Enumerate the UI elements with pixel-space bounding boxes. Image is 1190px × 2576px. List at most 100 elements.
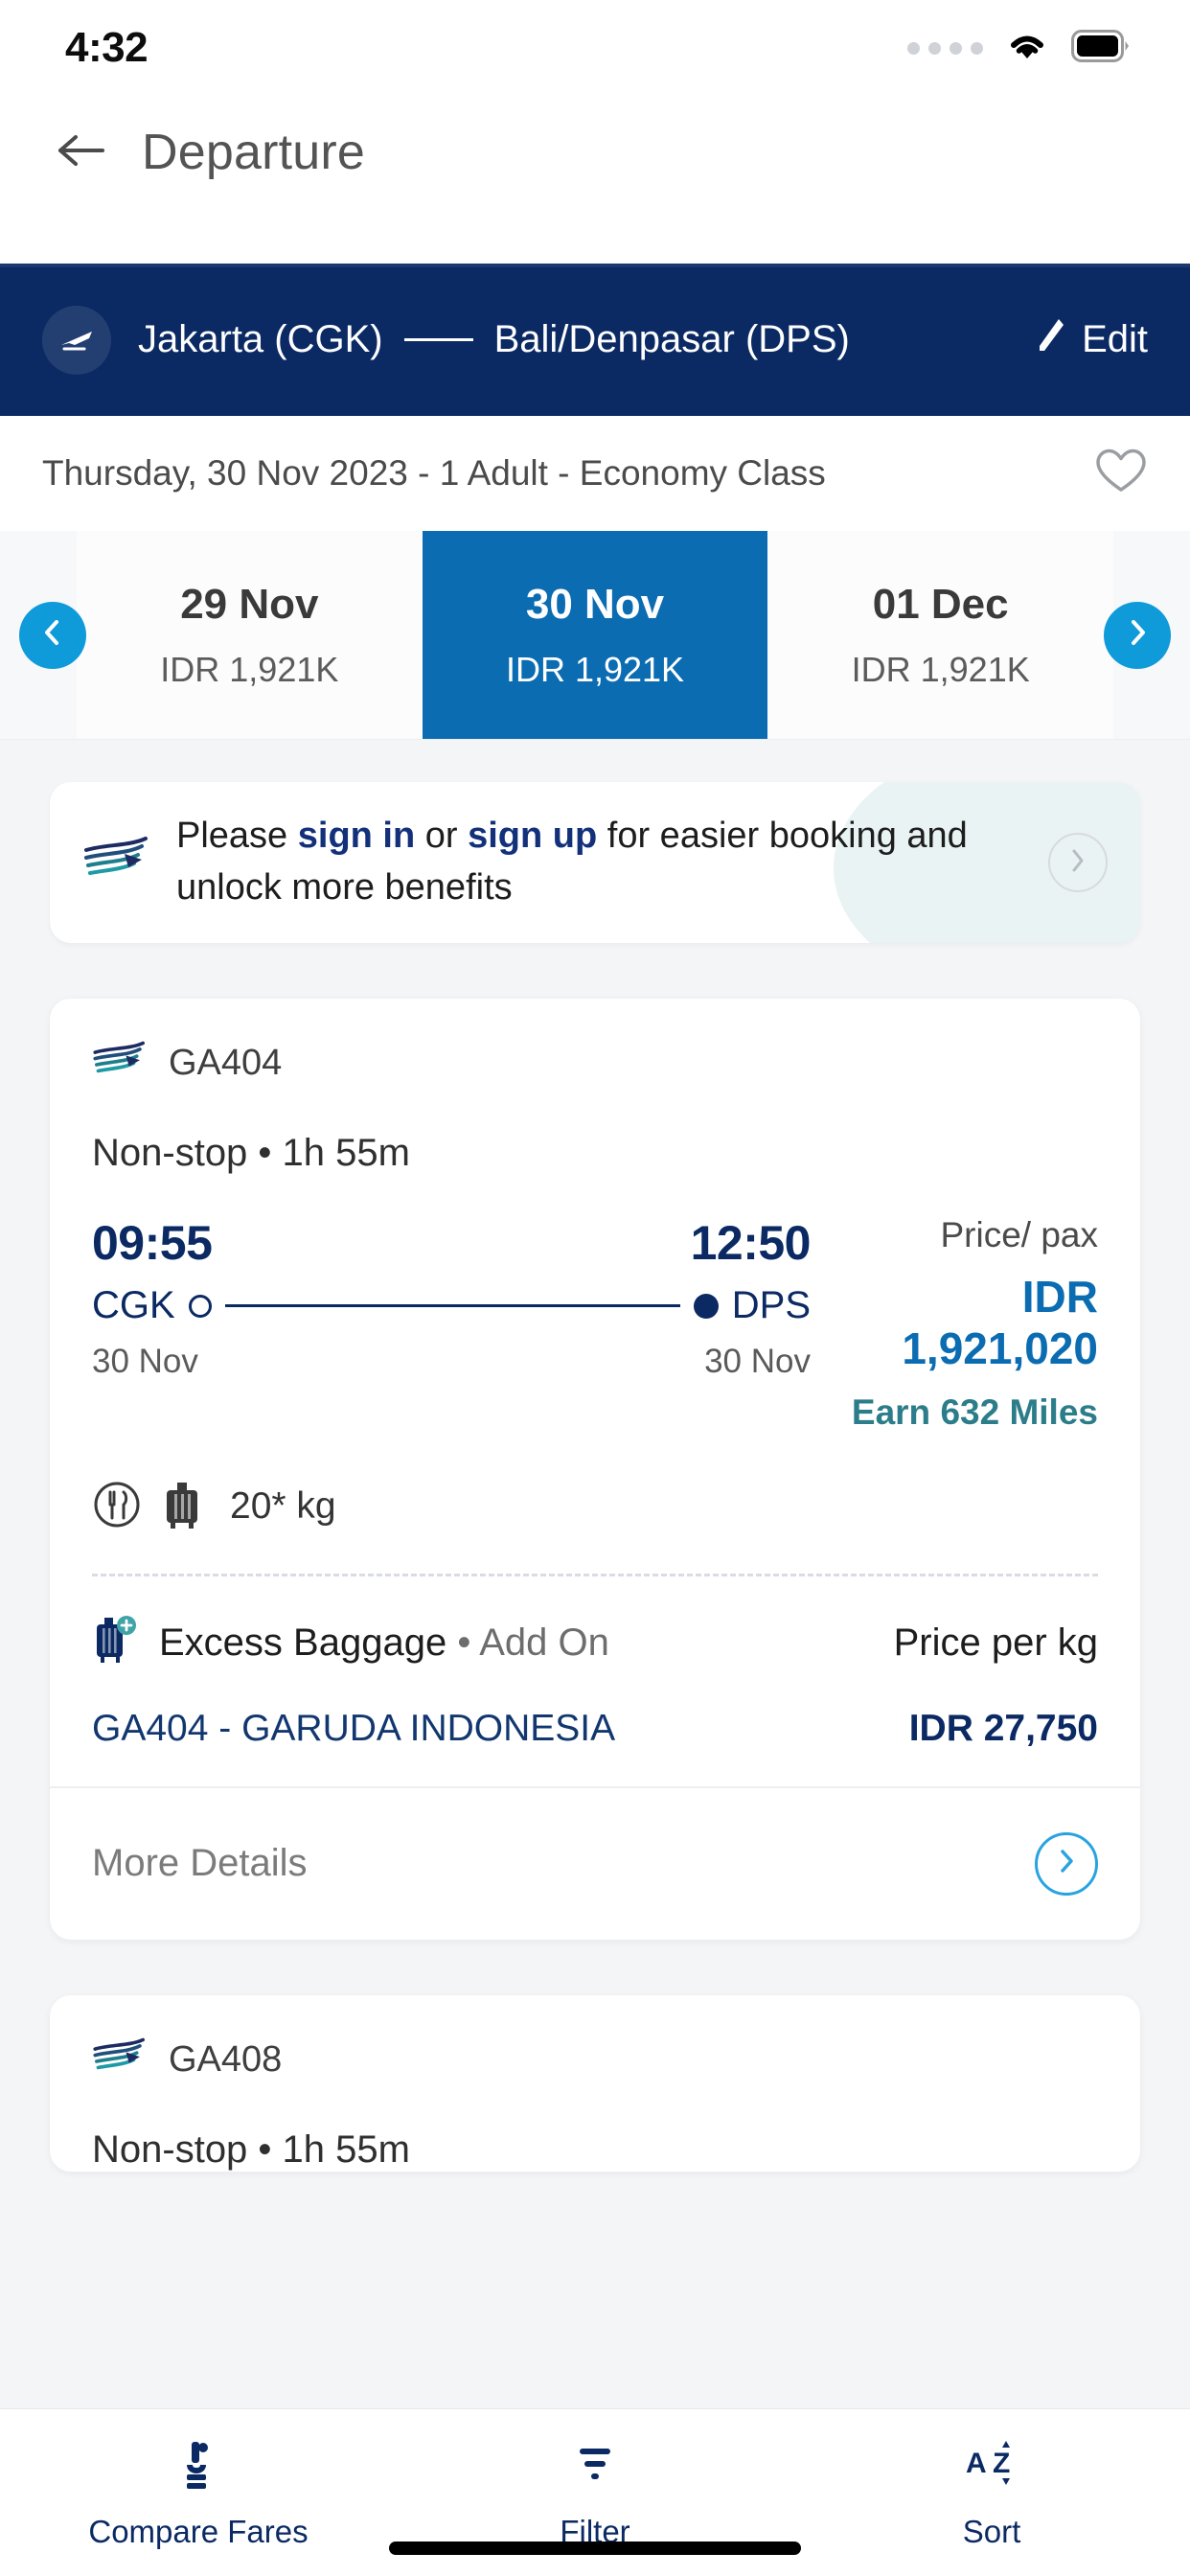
edit-label: Edit [1082,318,1148,360]
flight-number: GA404 [169,1043,283,1083]
route-bar[interactable]: Jakarta (CGK) Bali/Denpasar (DPS) Edit [0,264,1190,416]
price-per-pax-label: Price/ pax [940,1215,1098,1254]
results-scroll-area[interactable]: Please sign in or sign up for easier boo… [0,782,1190,2172]
flight-path: CGK DPS [92,1284,811,1327]
arrive-date: 30 Nov [704,1343,811,1380]
flight-card[interactable]: GA408 Non-stop • 1h 55m [50,1994,1140,2172]
date-label: 30 Nov [525,580,665,628]
home-indicator [389,2542,801,2555]
nav-sort[interactable]: A Z Sort [793,2436,1190,2550]
route-origin: Jakarta (CGK) [138,318,383,360]
sign-in-link[interactable]: sign in [298,816,415,856]
date-cell-2[interactable]: 01 Dec IDR 1,921K [767,531,1114,739]
excess-baggage-detail: GA404 - GARUDA INDONESIA IDR 27,750 [92,1708,1098,1786]
chevron-left-icon [37,617,68,653]
arrive-airport: DPS [731,1284,811,1326]
edit-button[interactable]: Edit [1034,316,1148,364]
favorite-button[interactable] [1094,447,1148,501]
arrive-dot-icon [693,1293,719,1319]
suitcase-icon [161,1479,203,1535]
flight-header: GA408 [92,2034,1098,2086]
excess-airline-name: GA404 - GARUDA INDONESIA [92,1707,616,1749]
wifi-icon [1004,29,1050,68]
nav-compare-fares[interactable]: Compare Fares [0,2436,397,2550]
flight-amenities: 20* kg [92,1479,1098,1574]
price-currency: IDR [1021,1272,1098,1322]
status-bar: 4:32 [0,0,1190,96]
page-title: Departure [142,125,366,180]
heart-outline-icon [1094,448,1148,500]
meal-icon [92,1480,142,1534]
flight-card-body: GA404 Non-stop • 1h 55m 09:55 12:50 CGK … [50,999,1140,1574]
svg-text:Z: Z [993,2448,1010,2479]
date-cell-1[interactable]: 30 Nov IDR 1,921K [422,531,768,739]
price-per-kg-label: Price per kg [893,1621,1098,1664]
nav-label: Sort [962,2514,1021,2549]
signin-banner[interactable]: Please sign in or sign up for easier boo… [50,782,1140,943]
bottom-navigation: Compare Fares Filter A Z Sort [0,2408,1190,2576]
chevron-right-icon [1122,617,1153,653]
status-indicators [907,29,1131,68]
route-dash-icon [403,338,473,341]
banner-prefix: Please [176,816,298,857]
path-line [224,1304,680,1307]
sign-up-link[interactable]: sign up [468,816,597,856]
search-summary-text: Thursday, 30 Nov 2023 - 1 Adult - Econom… [42,453,826,493]
compare-fares-icon [173,2436,223,2495]
excess-baggage-icon [92,1613,138,1673]
depart-time: 09:55 [92,1216,213,1270]
more-details-row[interactable]: More Details [50,1788,1140,1940]
garuda-logo-icon [82,831,151,895]
date-label: 01 Dec [872,580,1009,628]
signal-dots-icon [907,41,983,55]
flight-dates: 30 Nov 30 Nov [92,1343,811,1381]
status-time: 4:32 [65,24,149,71]
depart-airport: CGK [92,1284,175,1326]
flight-card[interactable]: GA404 Non-stop • 1h 55m 09:55 12:50 CGK … [50,999,1140,1940]
more-details-label: More Details [92,1842,308,1885]
date-label: 29 Nov [180,580,319,628]
route-summary: Jakarta (CGK) Bali/Denpasar (DPS) [138,318,850,361]
signin-banner-text: Please sign in or sign up for easier boo… [176,811,1019,914]
flight-price-block: Price/ pax IDR 1,921,020 Earn 632 Miles [811,1215,1098,1433]
date-price: IDR 1,921K [851,649,1030,689]
chevron-right-circle-icon [1054,1846,1079,1881]
excess-addon: • Add On [446,1621,609,1664]
flight-times: 09:55 12:50 [92,1215,812,1271]
flight-route-block: 09:55 12:50 CGK DPS 30 Nov 30 Nov Price/… [92,1215,1098,1433]
excess-baggage-section[interactable]: Excess Baggage • Add On Price per kg GA4… [50,1576,1140,1786]
garuda-logo-icon [92,1037,148,1090]
flight-stops-duration: Non-stop • 1h 55m [92,2128,410,2171]
date-cell-0[interactable]: 29 Nov IDR 1,921K [77,531,423,739]
date-carousel[interactable]: 29 Nov IDR 1,921K 30 Nov IDR 1,921K 01 D… [0,531,1190,740]
nav-label: Compare Fares [88,2514,309,2549]
nav-filter[interactable]: Filter [397,2436,793,2550]
excess-baggage-header: Excess Baggage • Add On Price per kg [92,1613,1098,1673]
signin-banner-chevron-button[interactable] [1048,833,1108,892]
flight-card-body: GA408 Non-stop • 1h 55m [50,1995,1140,2172]
svg-text:A: A [966,2448,987,2479]
garuda-logo-icon [92,2034,148,2086]
date-price: IDR 1,921K [160,649,339,689]
route-destination: Bali/Denpasar (DPS) [493,318,850,360]
flight-stops-duration: Non-stop • 1h 55m [92,1132,410,1174]
date-prev-button[interactable] [19,601,86,669]
depart-date: 30 Nov [92,1343,198,1380]
chevron-right-icon [1066,846,1089,880]
arrow-left-icon [55,129,106,176]
search-summary-row: Thursday, 30 Nov 2023 - 1 Adult - Econom… [0,416,1190,531]
airplane-icon [42,305,111,375]
app-bar-spacer [0,209,1190,264]
excess-title: Excess Baggage [159,1621,447,1664]
sort-az-icon: A Z [962,2436,1021,2495]
earn-miles: Earn 632 Miles [851,1392,1098,1432]
flight-route-left: 09:55 12:50 CGK DPS 30 Nov 30 Nov [92,1215,812,1433]
excess-baggage-label: Excess Baggage • Add On [159,1622,609,1665]
date-next-button[interactable] [1104,601,1171,669]
date-price: IDR 1,921K [505,649,685,689]
back-button[interactable] [44,116,117,189]
arrive-time: 12:50 [690,1216,812,1270]
excess-price: IDR 27,750 [908,1707,1098,1749]
more-details-button[interactable] [1035,1831,1098,1896]
depart-dot-icon [188,1294,212,1318]
